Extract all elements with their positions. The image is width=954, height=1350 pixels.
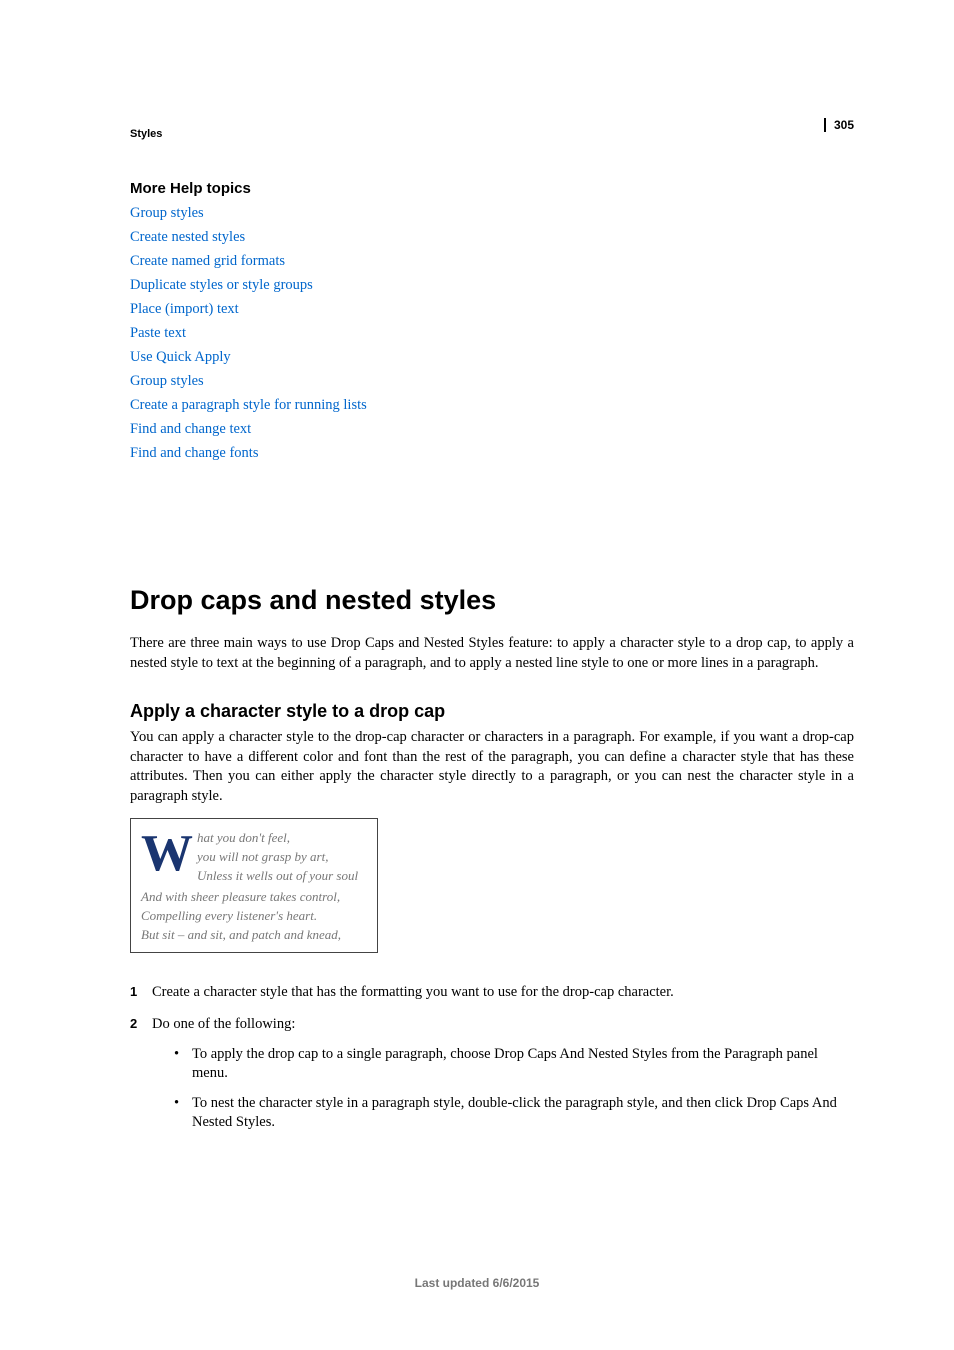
illustration-line: But sit – and sit, and patch and knead, (141, 926, 367, 945)
more-help-heading: More Help topics (130, 180, 854, 197)
apply-character-style-body: You can apply a character style to the d… (130, 728, 854, 806)
intro-paragraph: There are three main ways to use Drop Ca… (130, 634, 854, 673)
illustration-line: you will not grasp by art, (197, 848, 358, 867)
dropcap-illustration: W hat you don't feel, you will not grasp… (130, 818, 378, 953)
illustration-line: Unless it wells out of your soul (197, 867, 358, 886)
step-1: Create a character style that has the fo… (130, 983, 854, 1003)
dropcap-letter: W (141, 833, 193, 875)
step-2: Do one of the following: To apply the dr… (130, 1015, 854, 1133)
link-find-change-text[interactable]: Find and change text (130, 421, 251, 437)
page-number: 305 (824, 118, 854, 132)
illustration-line: Compelling every listener's heart. (141, 907, 367, 926)
bullet-item: To nest the character style in a paragra… (174, 1094, 854, 1133)
link-use-quick-apply[interactable]: Use Quick Apply (130, 349, 231, 365)
apply-character-style-heading: Apply a character style to a drop cap (130, 701, 854, 722)
link-create-paragraph-style-running-lists[interactable]: Create a paragraph style for running lis… (130, 397, 367, 413)
step-2-bullets: To apply the drop cap to a single paragr… (174, 1045, 854, 1133)
illustration-line: And with sheer pleasure takes control, (141, 888, 367, 907)
page-title: Drop caps and nested styles (130, 585, 854, 616)
link-find-change-fonts[interactable]: Find and change fonts (130, 445, 258, 461)
footer-last-updated: Last updated 6/6/2015 (0, 1276, 954, 1290)
bullet-item: To apply the drop cap to a single paragr… (174, 1045, 854, 1084)
link-group-styles[interactable]: Group styles (130, 205, 204, 221)
page-container: 305 Styles More Help topics Group styles… (0, 0, 954, 1350)
link-place-import-text[interactable]: Place (import) text (130, 301, 239, 317)
link-paste-text[interactable]: Paste text (130, 325, 186, 341)
link-group-styles-2[interactable]: Group styles (130, 373, 204, 389)
link-duplicate-styles[interactable]: Duplicate styles or style groups (130, 277, 313, 293)
breadcrumb: Styles (130, 128, 854, 140)
link-create-nested-styles[interactable]: Create nested styles (130, 229, 245, 245)
illustration-line: hat you don't feel, (197, 829, 358, 848)
link-create-named-grid-formats[interactable]: Create named grid formats (130, 253, 285, 269)
step-2-text: Do one of the following: (152, 1016, 295, 1032)
more-help-links: Group styles Create nested styles Create… (130, 201, 854, 465)
steps-list: Create a character style that has the fo… (130, 983, 854, 1132)
